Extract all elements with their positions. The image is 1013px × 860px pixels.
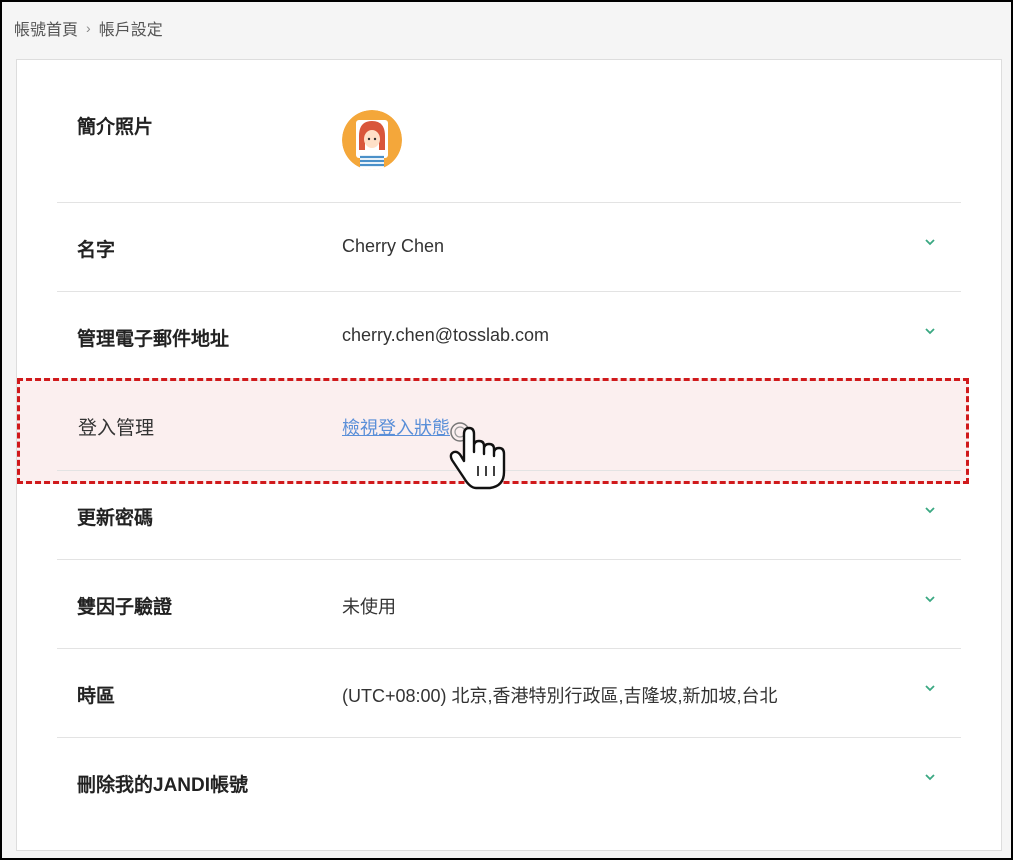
row-two-factor[interactable]: 雙因子驗證 未使用 xyxy=(57,559,961,649)
row-email[interactable]: 管理電子郵件地址 cherry.chen@tosslab.com xyxy=(57,291,961,381)
timezone-value: (UTC+08:00) 北京,香港特別行政區,吉隆坡,新加坡,台北 xyxy=(342,686,778,706)
chevron-down-icon[interactable] xyxy=(923,237,937,247)
password-label: 更新密碼 xyxy=(77,508,154,529)
name-value: Cherry Chen xyxy=(342,236,445,256)
email-label: 管理電子郵件地址 xyxy=(77,329,230,350)
breadcrumb-home[interactable]: 帳號首頁 xyxy=(14,16,78,40)
delete-account-label: 刪除我的JANDI帳號 xyxy=(77,775,249,796)
name-label: 名字 xyxy=(77,240,116,261)
row-profile-photo: 簡介照片 xyxy=(57,60,961,203)
chevron-down-icon[interactable] xyxy=(923,683,937,693)
chevron-down-icon[interactable] xyxy=(923,505,937,515)
breadcrumb-separator-icon: › xyxy=(86,20,91,36)
chevron-down-icon[interactable] xyxy=(923,594,937,604)
row-timezone[interactable]: 時區 (UTC+08:00) 北京,香港特別行政區,吉隆坡,新加坡,台北 xyxy=(57,648,961,738)
two-factor-label: 雙因子驗證 xyxy=(77,597,173,618)
row-delete-account[interactable]: 刪除我的JANDI帳號 xyxy=(57,737,961,826)
hand-pointer-icon xyxy=(449,422,506,490)
view-login-status-link[interactable]: 檢視登入狀態 xyxy=(342,414,450,440)
breadcrumb-current: 帳戶設定 xyxy=(98,22,163,39)
timezone-label: 時區 xyxy=(77,686,116,707)
chevron-down-icon[interactable] xyxy=(923,326,937,336)
login-label: 登入管理 xyxy=(78,418,155,439)
two-factor-value: 未使用 xyxy=(342,597,396,617)
email-value: cherry.chen@tosslab.com xyxy=(342,325,550,345)
row-name[interactable]: 名字 Cherry Chen xyxy=(57,202,961,292)
chevron-down-icon[interactable] xyxy=(923,772,937,782)
breadcrumb: 帳號首頁 › 帳戶設定 xyxy=(14,16,163,40)
account-settings-window: 帳號首頁 › 帳戶設定 簡介照片 名字 Cherry Chen 管理電子郵件地址… xyxy=(0,0,1013,860)
avatar[interactable] xyxy=(342,110,402,170)
profile-photo-label: 簡介照片 xyxy=(77,117,154,138)
